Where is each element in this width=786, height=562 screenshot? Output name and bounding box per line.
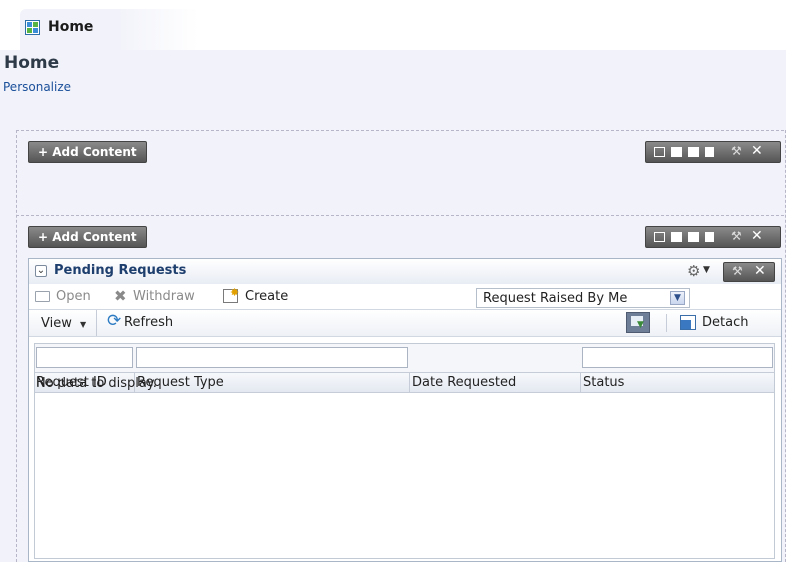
- layout-stacked-icon[interactable]: [671, 232, 682, 242]
- detach-button[interactable]: Detach: [702, 315, 748, 330]
- layout-columns-icon[interactable]: [688, 232, 699, 242]
- column-separator: [409, 373, 410, 392]
- tab-home-label: Home: [48, 19, 94, 35]
- tab-strip: Home: [0, 0, 786, 50]
- layout-tools: ⚒ ✕: [645, 141, 781, 163]
- layout-zone-divider: [16, 215, 784, 216]
- chevron-down-icon: ▼: [670, 291, 685, 305]
- folder-icon: [35, 291, 50, 302]
- query-filter-icon[interactable]: ▼: [626, 312, 650, 333]
- grid-icon: [25, 20, 40, 35]
- personalize-link[interactable]: Personalize: [3, 80, 71, 94]
- column-header-date-requested[interactable]: Date Requested: [412, 375, 516, 390]
- filter-request-id[interactable]: [36, 347, 133, 368]
- add-content-button-2[interactable]: + Add Content: [28, 226, 147, 248]
- view-menu[interactable]: View: [41, 316, 72, 331]
- layout-stacked-icon[interactable]: [671, 147, 682, 157]
- panel-title: Pending Requests: [54, 263, 187, 278]
- add-content-button[interactable]: + Add Content: [28, 141, 147, 163]
- panel-header: ⌄ Pending Requests ⚙ ▼ ⚒ ✕: [29, 259, 781, 284]
- requests-table: Request ID Request Type Date Requested S…: [34, 343, 775, 559]
- withdraw-button[interactable]: Withdraw: [133, 289, 195, 304]
- pending-requests-panel: ⌄ Pending Requests ⚙ ▼ ⚒ ✕ Open ✖ Withdr…: [28, 258, 782, 562]
- layout-rows-icon[interactable]: [654, 232, 665, 242]
- filter-status[interactable]: [582, 347, 773, 368]
- detach-icon: [680, 315, 696, 330]
- toolbar-separator: [666, 314, 667, 332]
- layout-rows-icon[interactable]: [654, 147, 665, 157]
- column-header-status[interactable]: Status: [583, 375, 624, 390]
- filter-row: [35, 344, 774, 372]
- tab-home[interactable]: Home: [20, 9, 198, 50]
- layout-zone-border-top: [16, 130, 784, 131]
- close-icon[interactable]: ✕: [751, 143, 763, 159]
- create-button[interactable]: Create: [245, 289, 288, 304]
- empty-table-message: No data to display.: [36, 376, 157, 391]
- panel-toolbar: Open ✖ Withdraw ✸ Create Request Raised …: [29, 284, 781, 308]
- toolbar-separator: [96, 310, 97, 336]
- gear-icon[interactable]: ⚙: [687, 262, 700, 280]
- wrench-icon[interactable]: ⚒: [731, 229, 742, 243]
- request-filter-select[interactable]: Request Raised By Me ▼: [476, 288, 690, 308]
- view-dropdown-icon: ▼: [80, 320, 87, 329]
- close-icon[interactable]: ✕: [754, 263, 766, 279]
- filter-request-type[interactable]: [136, 347, 408, 368]
- page-title: Home: [4, 53, 60, 73]
- refresh-icon: ⟳: [107, 311, 122, 331]
- column-separator: [580, 373, 581, 392]
- request-filter-value: Request Raised By Me: [483, 291, 628, 306]
- create-icon: ✸: [223, 286, 239, 303]
- layout-columns-icon[interactable]: [688, 147, 699, 157]
- open-button[interactable]: Open: [56, 289, 91, 304]
- close-icon[interactable]: ✕: [751, 228, 763, 244]
- settings-dropdown-icon[interactable]: ▼: [703, 265, 710, 275]
- panel-tools: ⚒ ✕: [723, 262, 775, 282]
- layout-tools-2: ⚒ ✕: [645, 226, 781, 248]
- layout-zone-border-left: [16, 130, 17, 562]
- refresh-button[interactable]: Refresh: [124, 315, 173, 330]
- layout-narrow-icon[interactable]: [705, 232, 714, 242]
- chevron-down-icon[interactable]: ⌄: [35, 265, 47, 277]
- wrench-icon[interactable]: ⚒: [731, 144, 742, 158]
- view-bar: View ▼ ⟳ Refresh ▼ Detach: [29, 309, 781, 337]
- layout-narrow-icon[interactable]: [705, 147, 714, 157]
- wrench-icon[interactable]: ⚒: [732, 264, 743, 278]
- withdraw-icon: ✖: [114, 287, 127, 305]
